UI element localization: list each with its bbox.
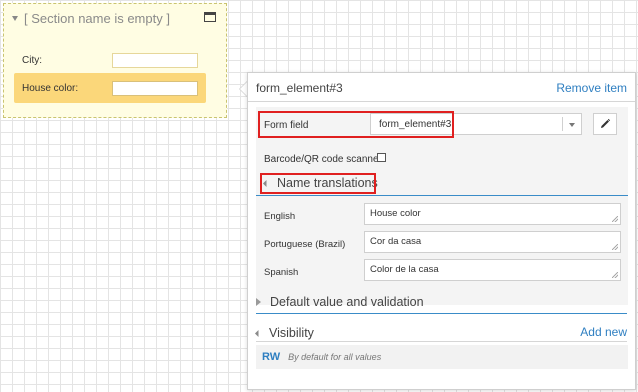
field-label-city: City: [22,54,42,66]
default-value-title: Default value and validation [270,295,424,309]
translation-language-portuguese: Portuguese (Brazil) [264,239,346,250]
section-header[interactable]: [ Section name is empty ] [12,11,170,26]
collapsed-triangle-icon [256,298,261,306]
properties-panel: form_element#3 Remove item Form field fo… [247,72,636,390]
panel-title: form_element#3 [256,81,343,95]
form-field-highlight [258,111,454,138]
barcode-scanner-checkbox[interactable] [377,153,386,162]
field-label-house-color: House color: [22,82,79,94]
translation-language-english: English [264,211,296,222]
resize-grip-icon[interactable] [612,216,618,222]
translation-value-english: House color [370,208,421,219]
field-input-house-color[interactable] [112,80,198,96]
default-value-header[interactable]: Default value and validation [256,295,424,309]
title-divider [248,101,635,102]
barcode-scanner-label: Barcode/QR code scanner [264,154,382,165]
visibility-header[interactable]: Visibility [254,326,314,340]
form-section[interactable]: [ Section name is empty ] City: House co… [3,3,227,118]
form-field-city[interactable]: City: [14,47,206,73]
translation-input-spanish[interactable]: Color de la casa [364,259,621,281]
visibility-title: Visibility [269,326,314,340]
visibility-underline [256,341,627,342]
field-settings-box: Form field form_element#3 Barcode/QR cod… [256,107,628,305]
chevron-down-icon[interactable] [569,123,575,127]
section-title: [ Section name is empty ] [24,11,170,26]
collapse-caret-icon[interactable] [12,16,18,21]
translation-input-english[interactable]: House color [364,203,621,225]
field-input-city[interactable] [112,52,198,68]
edit-form-field-button[interactable] [593,113,617,135]
translation-value-portuguese: Cor da casa [370,236,422,247]
pencil-icon [601,118,611,128]
rw-badge: RW [262,351,281,363]
translation-value-spanish: Color de la casa [370,264,439,275]
maximize-window-icon[interactable] [204,12,216,22]
name-translations-highlight [260,173,376,194]
default-value-underline [256,313,627,314]
name-translations-underline [256,195,628,196]
resize-grip-icon[interactable] [612,272,618,278]
visibility-rule-row[interactable]: RW By default for all values [256,345,628,369]
translation-input-portuguese[interactable]: Cor da casa [364,231,621,253]
visibility-rule-description: By default for all values [288,352,382,362]
remove-item-link[interactable]: Remove item [556,81,627,95]
translation-language-spanish: Spanish [264,267,299,278]
resize-grip-icon[interactable] [612,244,618,250]
add-new-visibility-link[interactable]: Add new [580,325,627,339]
form-field-house-color[interactable]: House color: [14,73,206,103]
expanded-triangle-icon [254,329,263,337]
select-divider [562,117,563,131]
